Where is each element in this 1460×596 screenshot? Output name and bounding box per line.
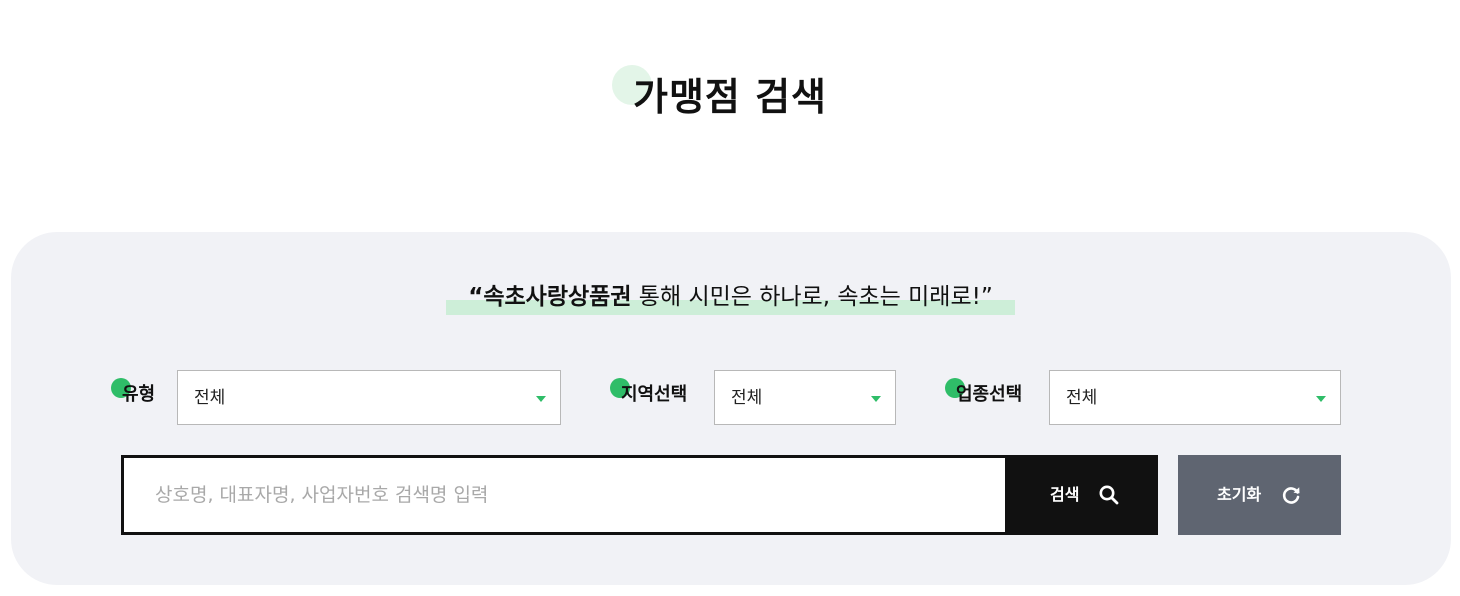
- industry-select-value: 전체: [1066, 388, 1098, 408]
- search-input[interactable]: [124, 458, 1005, 532]
- slogan-rest: 통해 시민은 하나로, 속초는 미래로!”: [631, 284, 993, 310]
- search-button[interactable]: 검색: [1008, 455, 1158, 535]
- page: 가맹점 검색 “속초사랑상품권 통해 시민은 하나로, 속초는 미래로!” 유형…: [0, 0, 1460, 596]
- caret-down-icon: [536, 396, 546, 402]
- refresh-icon: [1282, 487, 1300, 504]
- reset-button-label: 초기화: [1217, 485, 1262, 504]
- search-icon: [1099, 485, 1119, 505]
- caret-down-icon: [1316, 396, 1326, 402]
- type-select-value: 전체: [194, 388, 226, 408]
- industry-label: 업종선택: [956, 384, 1023, 405]
- region-select-value: 전체: [731, 388, 763, 408]
- search-box: [121, 455, 1008, 535]
- region-select[interactable]: 전체: [714, 370, 896, 425]
- search-button-label: 검색: [1050, 485, 1080, 504]
- slogan: “속초사랑상품권 통해 시민은 하나로, 속초는 미래로!”: [446, 282, 1015, 312]
- industry-select[interactable]: 전체: [1049, 370, 1341, 425]
- slogan-bold: “속초사랑상품권: [468, 284, 632, 310]
- region-label: 지역선택: [621, 384, 688, 405]
- reset-button[interactable]: 초기화: [1178, 455, 1341, 535]
- type-select[interactable]: 전체: [177, 370, 561, 425]
- type-label: 유형: [122, 384, 156, 405]
- caret-down-icon: [871, 396, 881, 402]
- page-title: 가맹점 검색: [632, 75, 828, 119]
